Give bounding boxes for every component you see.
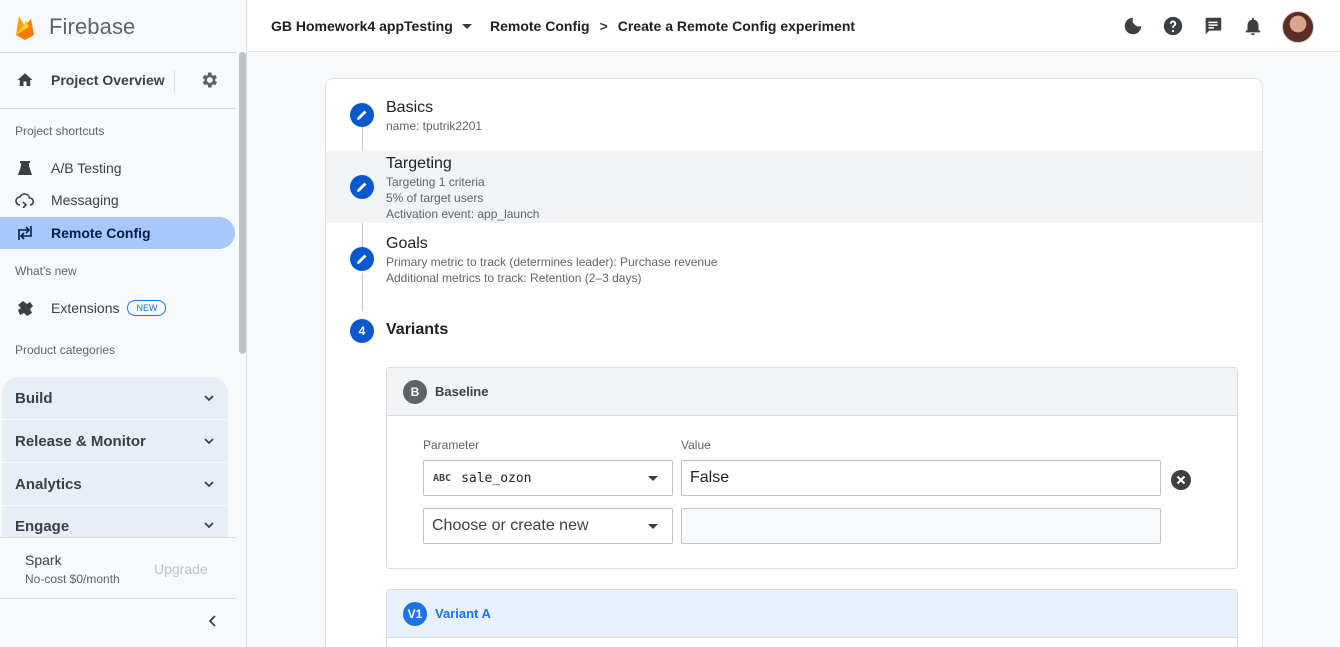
breadcrumb-current: Create a Remote Config experiment	[617, 18, 856, 34]
category-release-monitor[interactable]: Release & Monitor	[2, 420, 228, 462]
variant-header: B Baseline	[387, 368, 1237, 416]
new-value-input[interactable]	[681, 508, 1161, 544]
value-label: Value	[681, 438, 711, 452]
step-number: 4	[350, 319, 374, 343]
sidebar-item-remote-config[interactable]: Remote Config	[0, 217, 235, 249]
categories-heading: Product categories	[15, 343, 116, 357]
variant-badge: V1	[403, 601, 427, 626]
whats-new-heading: What's new	[15, 264, 77, 278]
step-title: Basics	[386, 99, 434, 116]
cloud-message-icon	[15, 190, 35, 210]
chevron-down-icon	[204, 395, 214, 402]
top-header: GB Homework4 appTesting Remote Config > …	[248, 0, 1340, 52]
variant-a: V1 Variant A	[386, 589, 1238, 647]
sidebar-item-messaging[interactable]: Messaging	[0, 184, 235, 216]
plan-price: No-cost $0/month	[25, 572, 120, 586]
chevron-down-icon	[204, 438, 214, 445]
parameter-name: sale_ozon	[461, 470, 532, 486]
variant-name: Variant A	[435, 606, 491, 621]
dropdown-caret-icon	[648, 524, 658, 529]
sidebar-scrollbar[interactable]	[239, 52, 246, 354]
chevron-down-icon	[204, 522, 214, 529]
category-label: Release & Monitor	[15, 432, 146, 450]
remove-parameter-icon[interactable]	[1171, 470, 1191, 490]
step-detail: name: tputrik2201	[386, 119, 483, 133]
divider	[174, 70, 175, 92]
string-type-icon: ABC	[433, 472, 452, 484]
avatar[interactable]	[1282, 11, 1314, 43]
breadcrumb-separator: >	[599, 18, 608, 34]
baseline-variant: B Baseline Parameter Value ABC sale_ozon…	[386, 367, 1238, 569]
sidebar-item-label: Messaging	[51, 192, 119, 208]
category-analytics[interactable]: Analytics	[2, 463, 228, 505]
settings-gear-icon[interactable]	[199, 70, 219, 90]
step-detail: Primary metric to track (determines lead…	[386, 255, 718, 269]
variant-name: Baseline	[435, 384, 489, 399]
edit-pencil-icon	[350, 247, 374, 271]
project-overview-link[interactable]: Project Overview	[0, 62, 236, 98]
category-label: Engage	[15, 518, 70, 535]
new-parameter-select[interactable]: Choose or create new	[423, 508, 673, 544]
step-detail: Additional metrics to track: Retention (…	[386, 271, 642, 285]
plan-name: Spark	[25, 552, 62, 568]
step-goals[interactable]: Goals Primary metric to track (determine…	[326, 223, 1262, 295]
sidebar-item-extensions[interactable]: Extensions NEW	[0, 292, 235, 324]
project-selector[interactable]: GB Homework4 appTesting	[271, 18, 472, 34]
project-name: GB Homework4 appTesting	[271, 18, 453, 34]
edit-pencil-icon	[350, 175, 374, 199]
firebase-brand[interactable]: Firebase	[14, 11, 135, 43]
sidebar-item-label: A/B Testing	[51, 160, 122, 176]
step-detail: Targeting 1 criteria	[386, 175, 485, 189]
notifications-icon[interactable]	[1242, 15, 1264, 37]
sidebar-item-ab-testing[interactable]: A/B Testing	[0, 152, 235, 184]
feedback-icon[interactable]	[1202, 15, 1224, 37]
experiment-form-card: Basics name: tputrik2201 Targeting Targe…	[325, 78, 1263, 647]
dropdown-caret-icon	[648, 476, 658, 481]
category-label: Analytics	[15, 475, 82, 493]
step-title: Variants	[386, 321, 449, 338]
category-build[interactable]: Build	[2, 377, 228, 419]
variant-badge: B	[403, 379, 427, 404]
step-detail: 5% of target users	[386, 191, 484, 205]
remote-config-icon	[15, 223, 35, 243]
step-title: Targeting	[386, 155, 452, 172]
firebase-logo-icon	[16, 16, 34, 40]
parameter-select[interactable]: ABC sale_ozon	[423, 460, 673, 496]
dropdown-caret-icon	[461, 23, 472, 29]
dark-mode-icon[interactable]	[1122, 15, 1144, 37]
project-overview-label: Project Overview	[51, 72, 165, 88]
app-name: Firebase	[49, 14, 136, 39]
breadcrumb-remote-config[interactable]: Remote Config	[490, 18, 590, 34]
sidebar-item-label: Extensions	[51, 300, 120, 316]
divider	[0, 108, 236, 109]
category-label: Build	[15, 389, 53, 407]
sidebar-item-label: Remote Config	[51, 225, 151, 241]
step-detail: Activation event: app_launch	[386, 207, 540, 221]
divider	[0, 52, 236, 53]
step-targeting[interactable]: Targeting Targeting 1 criteria 5% of tar…	[326, 151, 1262, 223]
parameter-label: Parameter	[423, 438, 480, 452]
shortcuts-heading: Project shortcuts	[15, 124, 105, 138]
extensions-icon	[15, 298, 35, 318]
step-variants: 4 Variants	[326, 307, 1262, 355]
chevron-down-icon	[204, 481, 214, 488]
new-badge: NEW	[127, 300, 167, 316]
help-icon[interactable]	[1162, 15, 1184, 37]
breadcrumb: Remote Config > Create a Remote Config e…	[490, 18, 855, 34]
upgrade-button[interactable]: Upgrade	[154, 561, 208, 577]
sidebar: Firebase Project Overview Project shortc…	[0, 0, 247, 647]
category-engage[interactable]: Engage	[2, 506, 228, 537]
variant-header: V1 Variant A	[387, 590, 1237, 638]
home-icon	[15, 70, 35, 90]
edit-pencil-icon	[350, 103, 374, 127]
billing-plan: Spark No-cost $0/month Upgrade	[0, 537, 236, 599]
flask-icon	[15, 158, 35, 178]
collapse-sidebar-icon[interactable]	[204, 612, 222, 630]
new-parameter-placeholder: Choose or create new	[432, 517, 589, 534]
parameter-value-input[interactable]: False	[681, 460, 1161, 496]
step-basics[interactable]: Basics name: tputrik2201	[326, 79, 1262, 151]
step-title: Goals	[386, 235, 428, 252]
